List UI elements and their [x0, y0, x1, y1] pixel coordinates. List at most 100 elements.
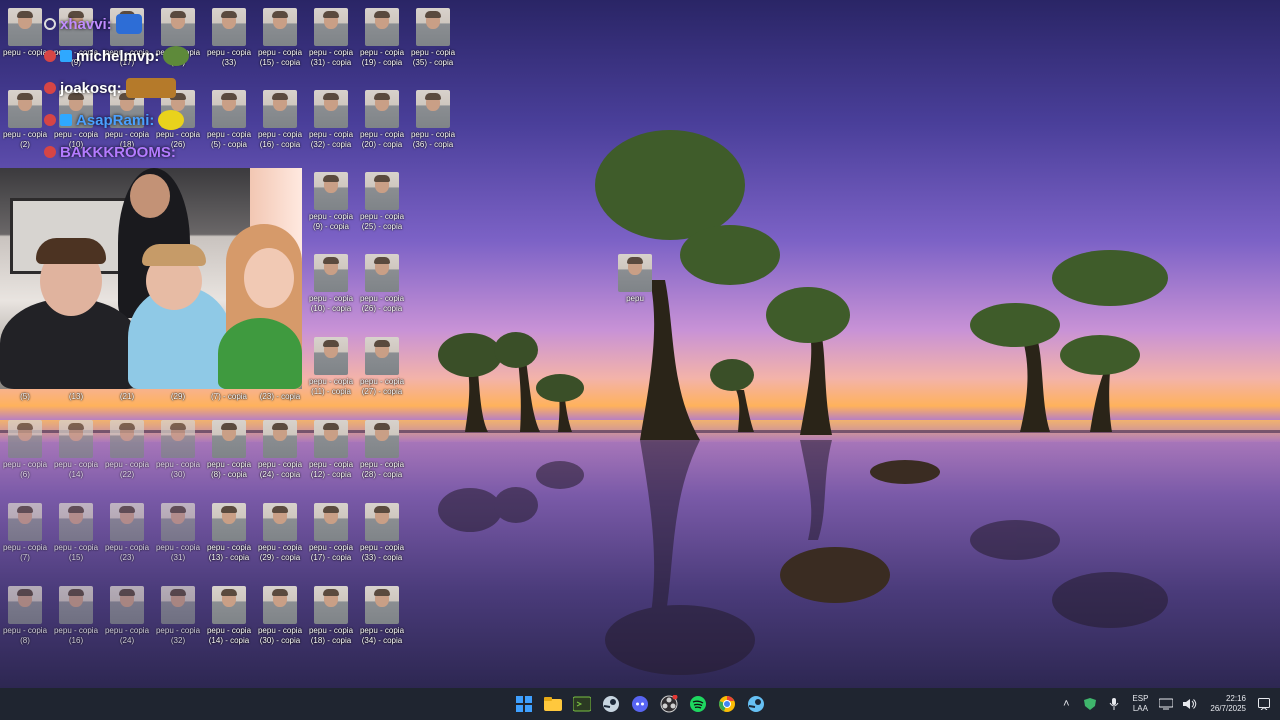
system-tray: ˄ ESP LAA 22:16 26/7/2025: [1054, 688, 1280, 720]
chat-message: BAKKKROOMS:: [44, 136, 224, 168]
desktop-icon[interactable]: pepu - copia (20) - copia: [357, 86, 407, 162]
steam-2-button[interactable]: [744, 692, 768, 716]
desktop-icon[interactable]: pepu - copia (36) - copia: [408, 86, 458, 162]
pepu-thumbnail: [212, 586, 246, 624]
pepu-thumbnail: [365, 586, 399, 624]
chat-username: AsapRami:: [76, 111, 155, 129]
discord-button[interactable]: [628, 692, 652, 716]
badge-icon: [44, 114, 56, 126]
chat-message: AsapRami:: [44, 104, 224, 136]
desktop-icon[interactable]: pepu - copia (26) - copia: [357, 250, 407, 326]
desktop-icon[interactable]: pepu - copia (29) - copia: [255, 499, 305, 575]
pepu-thumbnail: [365, 90, 399, 128]
desktop-icon[interactable]: pepu - copia (32): [153, 582, 203, 658]
terminal-button[interactable]: [570, 692, 594, 716]
clock-time: 22:16: [1225, 694, 1246, 703]
desktop: pepu - copia pepu - copia (9) pepu - cop…: [0, 0, 1280, 688]
notification-center-icon[interactable]: [1256, 696, 1272, 712]
desktop-icon[interactable]: pepu - copia (18) - copia: [306, 582, 356, 658]
desktop-icon[interactable]: pepu - copia (2): [0, 86, 50, 162]
desktop-icon[interactable]: pepu - copia (6): [0, 416, 50, 492]
desktop-icon[interactable]: pepu - copia (16) - copia: [255, 86, 305, 162]
chat-message: joakosq:: [44, 72, 224, 104]
desktop-icon[interactable]: pepu - copia (30) - copia: [255, 582, 305, 658]
desktop-icon[interactable]: pepu - copia (22): [102, 416, 152, 492]
desktop-icon[interactable]: pepu - copia (11) - copia: [306, 333, 356, 409]
chat-message: xhavvi:: [44, 8, 224, 40]
desktop-icon[interactable]: pepu - copia (17) - copia: [306, 499, 356, 575]
desktop-icon[interactable]: pepu - copia (14) - copia: [204, 582, 254, 658]
desktop-icon[interactable]: pepu - copia (23): [102, 499, 152, 575]
icon-label-fragment: (23) - copia: [259, 392, 301, 401]
desktop-icon[interactable]: pepu - copia (13) - copia: [204, 499, 254, 575]
folder-icon: [544, 697, 562, 711]
steam-button[interactable]: [599, 692, 623, 716]
desktop-icon[interactable]: pepu - copia (24): [102, 582, 152, 658]
language-code: ESP: [1132, 694, 1149, 703]
pepu-thumbnail: [8, 503, 42, 541]
desktop-icon[interactable]: pepu - copia (8): [0, 582, 50, 658]
pepu-thumbnail: [314, 337, 348, 375]
desktop-icon[interactable]: pepu - copia (34) - copia: [357, 582, 407, 658]
pepu-thumbnail: [263, 420, 297, 458]
file-explorer-button[interactable]: [541, 692, 565, 716]
start-button[interactable]: [512, 692, 536, 716]
desktop-icon[interactable]: pepu - copia (33) - copia: [357, 499, 407, 575]
pepu-thumbnail: [365, 420, 399, 458]
desktop-icon[interactable]: pepu - copia (31): [153, 499, 203, 575]
desktop-icon[interactable]: pepu - copia (30): [153, 416, 203, 492]
chrome-button[interactable]: [715, 692, 739, 716]
pepu-thumbnail: [314, 8, 348, 46]
shirt: [218, 318, 302, 389]
desktop-icon[interactable]: pepu - copia (8) - copia: [204, 416, 254, 492]
input-language-indicator[interactable]: ESP LAA: [1132, 694, 1148, 714]
spotify-icon: [690, 696, 706, 712]
pepe-emote-icon: [163, 46, 190, 66]
discord-icon: [632, 696, 648, 712]
desktop-icon[interactable]: pepu - copia (16): [51, 582, 101, 658]
pepu-thumbnail: [212, 503, 246, 541]
desktop-icon[interactable]: pepu - copia (15): [51, 499, 101, 575]
desktop-icon[interactable]: pepu - copia (7): [0, 499, 50, 575]
chat-username: xhavvi:: [60, 15, 112, 33]
desktop-icon[interactable]: pepu - copia: [0, 4, 50, 80]
desktop-icon[interactable]: pepu - copia (35) - copia: [408, 4, 458, 80]
network-icon[interactable]: [1158, 696, 1174, 712]
pepu-thumbnail: [263, 8, 297, 46]
windows-logo-icon: [516, 696, 532, 712]
desktop-icon[interactable]: pepu - copia (25) - copia: [357, 168, 407, 244]
desktop-icon[interactable]: pepu - copia (28) - copia: [357, 416, 407, 492]
face: [244, 248, 294, 308]
hair: [36, 238, 106, 264]
microphone-icon[interactable]: [1106, 696, 1122, 712]
pepu-thumbnail: [263, 90, 297, 128]
taskbar: ˄ ESP LAA 22:16 26/7/2025: [0, 688, 1280, 720]
pepu-thumbnail: [59, 420, 93, 458]
desktop-icon[interactable]: pepu - copia (32) - copia: [306, 86, 356, 162]
emote-icon: [115, 14, 142, 34]
pepu-thumbnail: [8, 586, 42, 624]
show-hidden-icons-chevron-icon[interactable]: ˄: [1058, 696, 1074, 712]
desktop-icon-pepu[interactable]: pepu: [610, 250, 660, 326]
volume-icon[interactable]: [1182, 696, 1198, 712]
desktop-icon[interactable]: pepu - copia (27) - copia: [357, 333, 407, 409]
chrome-icon: [719, 696, 735, 712]
obs-button[interactable]: [657, 692, 681, 716]
security-shield-icon[interactable]: [1082, 696, 1098, 712]
pepu-thumbnail: [110, 503, 144, 541]
emote-icon: [125, 78, 176, 98]
spotify-button[interactable]: [686, 692, 710, 716]
clock[interactable]: 22:16 26/7/2025: [1210, 694, 1246, 714]
desktop-icon[interactable]: pepu - copia (31) - copia: [306, 4, 356, 80]
steam-icon: [603, 696, 619, 712]
desktop-icon[interactable]: pepu - copia (19) - copia: [357, 4, 407, 80]
desktop-icon[interactable]: pepu - copia (10) - copia: [306, 250, 356, 326]
pepu-thumbnail: [314, 254, 348, 292]
desktop-icon[interactable]: pepu - copia (14): [51, 416, 101, 492]
badge-icon: [44, 146, 56, 158]
pepu-thumbnail: [8, 90, 42, 128]
desktop-icon[interactable]: pepu - copia (24) - copia: [255, 416, 305, 492]
desktop-icon[interactable]: pepu - copia (15) - copia: [255, 4, 305, 80]
desktop-icon[interactable]: pepu - copia (9) - copia: [306, 168, 356, 244]
desktop-icon[interactable]: pepu - copia (12) - copia: [306, 416, 356, 492]
